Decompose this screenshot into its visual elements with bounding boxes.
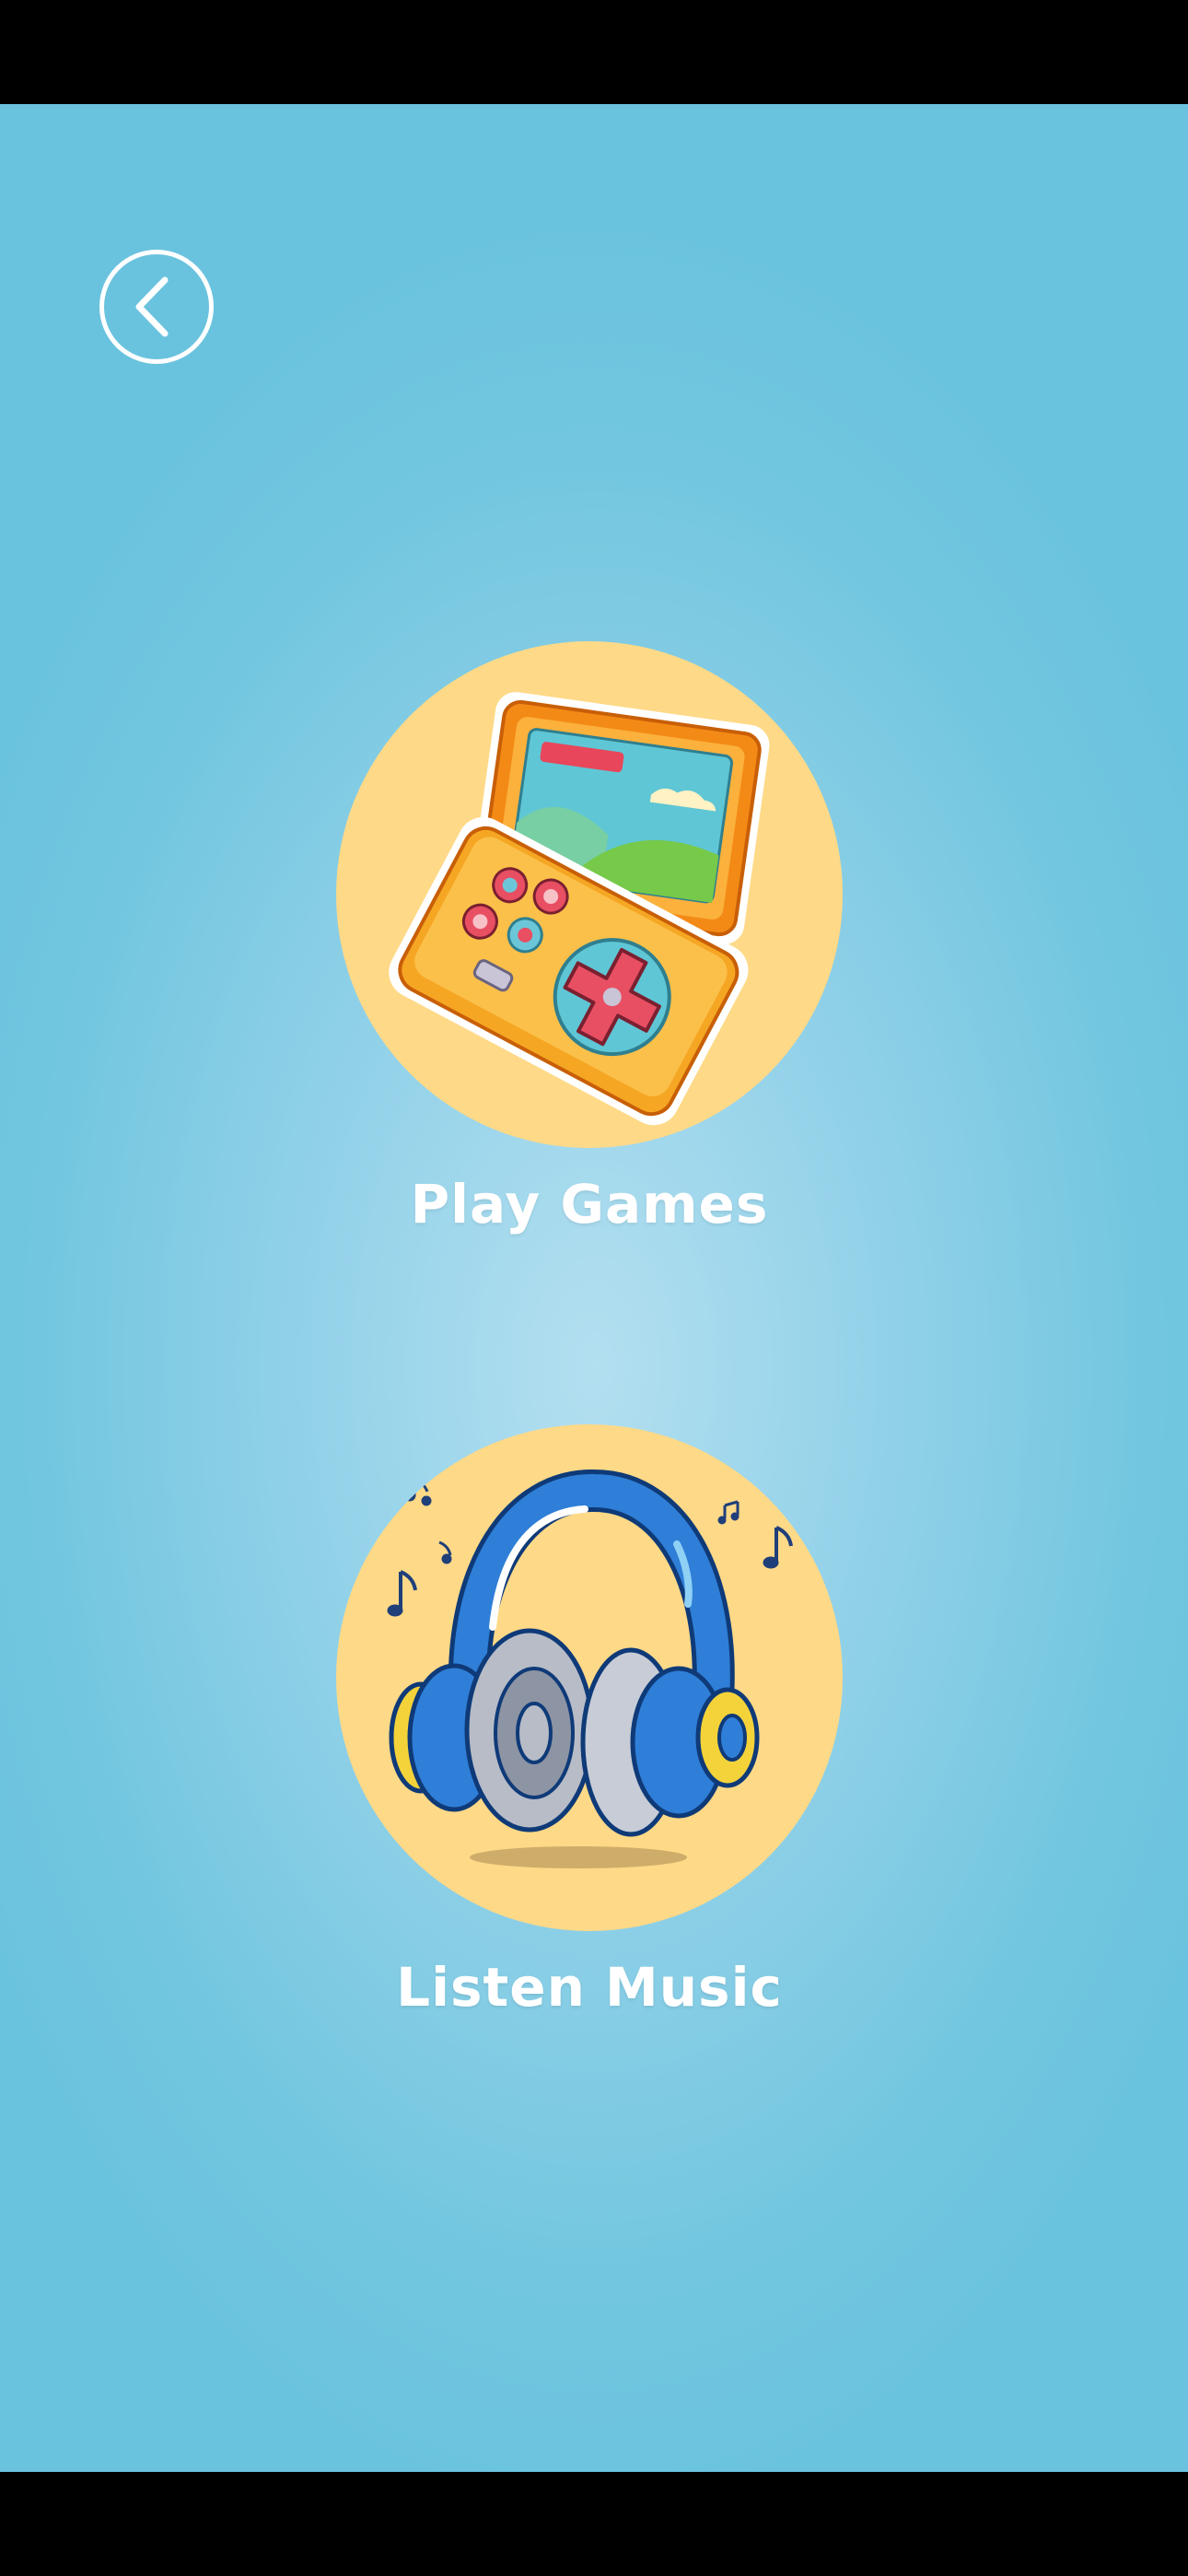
chevron-left-icon <box>135 276 169 337</box>
status-bar <box>0 0 1188 104</box>
play-games-circle <box>336 641 843 1148</box>
listen-music-label: Listen Music <box>396 1956 783 2019</box>
listen-music-circle <box>336 1424 843 1931</box>
app-screen: Play Games Listen Music <box>0 104 1188 2472</box>
headphones-icon <box>387 1469 793 1868</box>
handheld-game-console-icon <box>389 692 770 1126</box>
play-games-label: Play Games <box>410 1173 769 1235</box>
back-button[interactable] <box>99 250 214 364</box>
bottom-bar <box>0 2472 1188 2576</box>
